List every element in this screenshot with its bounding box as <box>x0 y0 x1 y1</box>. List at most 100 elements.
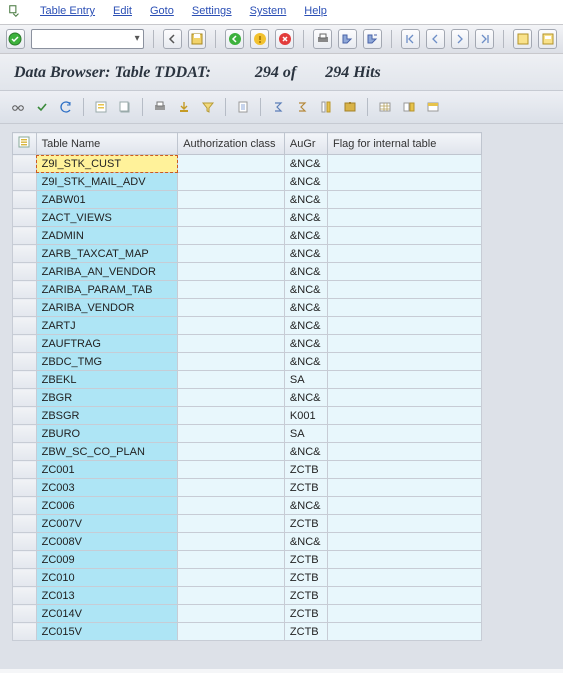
prev-page-button[interactable] <box>426 29 445 49</box>
cell-flag[interactable] <box>328 551 482 569</box>
cell-flag[interactable] <box>328 263 482 281</box>
table-row[interactable]: ZBW_SC_CO_PLAN&NC& <box>13 443 482 461</box>
table-row[interactable]: ZADMIN&NC& <box>13 227 482 245</box>
cell-auth-class[interactable] <box>178 299 285 317</box>
table-row[interactable]: ZBSGRK001 <box>13 407 482 425</box>
cell-auth-class[interactable] <box>178 281 285 299</box>
cell-auth-class[interactable] <box>178 317 285 335</box>
cell-auth-class[interactable] <box>178 533 285 551</box>
row-selector[interactable] <box>13 407 37 425</box>
tools-icon[interactable] <box>340 97 360 117</box>
table-row[interactable]: ZARB_TAXCAT_MAP&NC& <box>13 245 482 263</box>
save-button[interactable] <box>188 29 207 49</box>
cell-auth-class[interactable] <box>178 623 285 641</box>
row-selector[interactable] <box>13 299 37 317</box>
table-row[interactable]: ZAUFTRAG&NC& <box>13 335 482 353</box>
row-selector[interactable] <box>13 371 37 389</box>
next-page-button[interactable] <box>451 29 470 49</box>
cell-table-name[interactable]: ZC009 <box>36 551 178 569</box>
table-row[interactable]: ZC003ZCTB <box>13 479 482 497</box>
cell-auth-class[interactable] <box>178 173 285 191</box>
col-flag[interactable]: Flag for internal table <box>328 133 482 155</box>
cell-auth-class[interactable] <box>178 497 285 515</box>
table-row[interactable]: ZBDC_TMG&NC& <box>13 353 482 371</box>
cell-augr[interactable]: &NC& <box>284 533 327 551</box>
cell-flag[interactable] <box>328 587 482 605</box>
cell-augr[interactable]: ZCTB <box>284 551 327 569</box>
cell-table-name[interactable]: Z9I_STK_CUST <box>36 155 178 173</box>
cell-auth-class[interactable] <box>178 209 285 227</box>
glasses-icon[interactable] <box>8 97 28 117</box>
table-row[interactable]: ZBGR&NC& <box>13 389 482 407</box>
cell-table-name[interactable]: ZC010 <box>36 569 178 587</box>
cell-augr[interactable]: K001 <box>284 407 327 425</box>
sum-icon[interactable] <box>268 97 288 117</box>
cell-table-name[interactable]: ZBW_SC_CO_PLAN <box>36 443 178 461</box>
table-row[interactable]: ZC015VZCTB <box>13 623 482 641</box>
table-row[interactable]: ZARTJ&NC& <box>13 317 482 335</box>
table-row[interactable]: ZC013ZCTB <box>13 587 482 605</box>
cell-flag[interactable] <box>328 479 482 497</box>
col-auth-class[interactable]: Authorization class <box>178 133 285 155</box>
menu-goto[interactable]: Goto <box>150 5 174 17</box>
menu-settings[interactable]: Settings <box>192 5 232 17</box>
cell-flag[interactable] <box>328 623 482 641</box>
cell-augr[interactable]: SA <box>284 425 327 443</box>
cell-flag[interactable] <box>328 389 482 407</box>
cell-augr[interactable]: ZCTB <box>284 587 327 605</box>
command-field[interactable] <box>31 29 144 49</box>
sort-icon[interactable] <box>233 97 253 117</box>
cell-auth-class[interactable] <box>178 263 285 281</box>
cell-flag[interactable] <box>328 497 482 515</box>
row-selector[interactable] <box>13 425 37 443</box>
cell-table-name[interactable]: ZARTJ <box>36 317 178 335</box>
table-row[interactable]: Z9I_STK_CUST&NC& <box>13 155 482 173</box>
refresh-icon[interactable] <box>56 97 76 117</box>
cell-table-name[interactable]: ZC015V <box>36 623 178 641</box>
table-row[interactable]: ZC008V&NC& <box>13 533 482 551</box>
col-augr[interactable]: AuGr <box>284 133 327 155</box>
back-button[interactable] <box>163 29 182 49</box>
last-page-button[interactable] <box>475 29 494 49</box>
cell-augr[interactable]: &NC& <box>284 497 327 515</box>
row-selector[interactable] <box>13 533 37 551</box>
cell-table-name[interactable]: ZBGR <box>36 389 178 407</box>
row-selector[interactable] <box>13 209 37 227</box>
cell-table-name[interactable]: ZC014V <box>36 605 178 623</box>
cell-augr[interactable]: &NC& <box>284 353 327 371</box>
cell-auth-class[interactable] <box>178 551 285 569</box>
table-row[interactable]: ZARIBA_VENDOR&NC& <box>13 299 482 317</box>
cell-table-name[interactable]: ZBDC_TMG <box>36 353 178 371</box>
export-icon[interactable] <box>174 97 194 117</box>
cell-flag[interactable] <box>328 155 482 173</box>
cell-flag[interactable] <box>328 461 482 479</box>
row-selector[interactable] <box>13 191 37 209</box>
cell-auth-class[interactable] <box>178 191 285 209</box>
cancel-button[interactable] <box>275 29 294 49</box>
cell-table-name[interactable]: ZC003 <box>36 479 178 497</box>
cell-auth-class[interactable] <box>178 461 285 479</box>
cell-table-name[interactable]: ZARIBA_PARAM_TAB <box>36 281 178 299</box>
row-selector[interactable] <box>13 569 37 587</box>
cell-augr[interactable]: SA <box>284 371 327 389</box>
cell-auth-class[interactable] <box>178 227 285 245</box>
menu-dropdown-icon[interactable] <box>8 4 22 18</box>
row-selector[interactable] <box>13 263 37 281</box>
row-selector[interactable] <box>13 173 37 191</box>
cell-table-name[interactable]: ZC001 <box>36 461 178 479</box>
cell-flag[interactable] <box>328 209 482 227</box>
grid1-icon[interactable] <box>375 97 395 117</box>
cell-flag[interactable] <box>328 191 482 209</box>
back-nav-button[interactable] <box>225 29 244 49</box>
cell-flag[interactable] <box>328 353 482 371</box>
cell-auth-class[interactable] <box>178 407 285 425</box>
cell-auth-class[interactable] <box>178 353 285 371</box>
cell-auth-class[interactable] <box>178 479 285 497</box>
cell-auth-class[interactable] <box>178 155 285 173</box>
row-selector[interactable] <box>13 389 37 407</box>
filter-icon[interactable] <box>198 97 218 117</box>
print-button[interactable] <box>313 29 332 49</box>
cell-augr[interactable]: &NC& <box>284 443 327 461</box>
menu-system[interactable]: System <box>250 5 287 17</box>
col-table-name[interactable]: Table Name <box>36 133 178 155</box>
